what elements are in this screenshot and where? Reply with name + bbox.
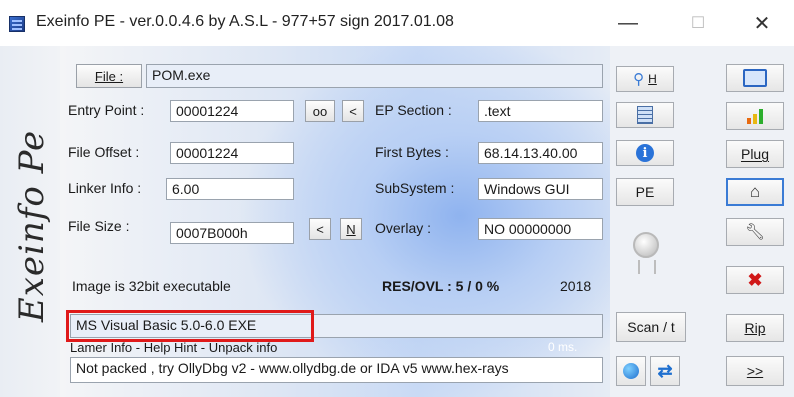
- sections-button[interactable]: [616, 102, 674, 128]
- pe-button[interactable]: PE: [616, 178, 674, 206]
- home-button[interactable]: ⌂: [726, 178, 784, 206]
- oo-button[interactable]: oo: [305, 100, 335, 122]
- overlay-label: Overlay :: [375, 220, 432, 236]
- file-name-field[interactable]: POM.exe: [146, 64, 603, 88]
- size-prev-button[interactable]: <: [309, 218, 331, 240]
- red-x-icon: ✖: [747, 269, 763, 290]
- exit-button[interactable]: ✖: [726, 266, 784, 294]
- close-button[interactable]: ✕: [730, 0, 794, 46]
- search-button[interactable]: ⚲ H: [616, 66, 674, 92]
- res-ovl-text: RES/OVL : 5 / 0 %: [382, 278, 500, 294]
- maximize-button[interactable]: ☐: [666, 0, 730, 46]
- image-info-text: Image is 32bit executable: [72, 278, 231, 294]
- file-size-field[interactable]: 0007B000h: [170, 222, 294, 244]
- folder-icon: [743, 69, 767, 87]
- plug-label: Plug: [740, 146, 770, 162]
- plug-button[interactable]: Plug: [726, 140, 784, 168]
- lamer-info-label: Lamer Info - Help Hint - Unpack info: [70, 340, 278, 355]
- magnifier-icon: ⚲: [633, 71, 645, 88]
- title-bar: Exeinfo PE - ver.0.0.4.6 by A.S.L - 977+…: [0, 0, 794, 46]
- subsystem-field[interactable]: Windows GUI: [478, 178, 603, 200]
- wrench-icon: 🔧︎: [744, 224, 766, 241]
- info-icon: i: [636, 144, 654, 162]
- first-bytes-field[interactable]: 68.14.13.40.00: [478, 142, 603, 164]
- highlight-box: [66, 310, 314, 342]
- exeinfo-logo: Exeinfo Pe: [12, 129, 52, 323]
- refresh-icon: ⇄: [657, 360, 673, 381]
- subsystem-label: SubSystem :: [375, 180, 455, 196]
- app-icon[interactable]: [9, 16, 25, 32]
- linker-info-field[interactable]: 6.00: [166, 178, 294, 200]
- entry-point-label: Entry Point :: [68, 102, 145, 118]
- ep-section-label: EP Section :: [375, 102, 452, 118]
- linker-info-label: Linker Info :: [68, 180, 142, 196]
- search-h-label: H: [648, 72, 657, 86]
- file-button-label: File :: [94, 68, 124, 84]
- entry-point-field[interactable]: 00001224: [170, 100, 294, 122]
- tools-button[interactable]: 🔧︎: [726, 218, 784, 246]
- stats-button[interactable]: [726, 102, 784, 130]
- info-button[interactable]: i: [616, 140, 674, 166]
- ep-prev-button[interactable]: <: [342, 100, 364, 122]
- timing-text: 0 ms.: [548, 340, 578, 354]
- sections-icon: [637, 106, 653, 124]
- medal-icon: [633, 232, 659, 258]
- medal-ribbon-icon: [638, 260, 656, 274]
- hint-field[interactable]: Not packed , try OllyDbg v2 - www.ollydb…: [70, 357, 603, 383]
- client-area: Exeinfo Pe File : POM.exe Entry Point : …: [0, 46, 794, 397]
- first-bytes-label: First Bytes :: [375, 144, 449, 160]
- minimize-button[interactable]: —: [596, 0, 660, 46]
- bar-chart-icon: [747, 108, 763, 124]
- next-label: >>: [746, 363, 764, 379]
- file-offset-field[interactable]: 00001224: [170, 142, 294, 164]
- logo-strip: Exeinfo Pe: [0, 46, 60, 397]
- web-button[interactable]: [616, 356, 646, 386]
- overlay-field[interactable]: NO 00000000: [478, 218, 603, 240]
- home-icon: ⌂: [749, 182, 761, 201]
- next-button[interactable]: >>: [726, 356, 784, 386]
- window-title: Exeinfo PE - ver.0.0.4.6 by A.S.L - 977+…: [36, 13, 454, 30]
- scan-button[interactable]: Scan / t: [616, 312, 686, 342]
- rip-button[interactable]: Rip: [726, 314, 784, 342]
- rip-label: Rip: [744, 320, 766, 336]
- year-text: 2018: [560, 278, 592, 294]
- ep-section-field[interactable]: .text: [478, 100, 603, 122]
- open-file-button[interactable]: [726, 64, 784, 92]
- file-size-label: File Size :: [68, 218, 130, 234]
- refresh-button[interactable]: ⇄: [650, 356, 680, 386]
- file-button[interactable]: File :: [76, 64, 142, 88]
- file-offset-label: File Offset :: [68, 144, 140, 160]
- globe-icon: [623, 363, 639, 379]
- n-button[interactable]: N: [340, 218, 362, 240]
